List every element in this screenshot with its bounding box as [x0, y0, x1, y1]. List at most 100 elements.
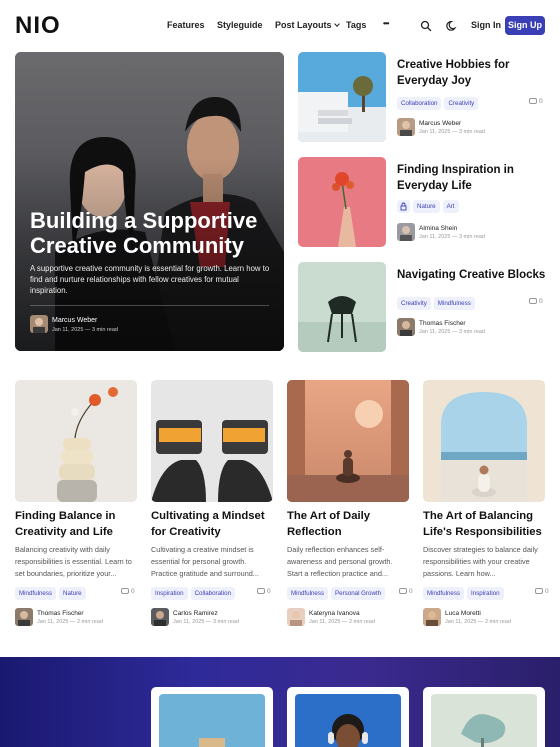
post-title[interactable]: Cultivating a Mindset for Creativity: [151, 508, 273, 540]
moon-icon[interactable]: [446, 19, 458, 31]
post-meta: Jan 11, 2025 — 2 min read: [309, 619, 375, 625]
post-title[interactable]: Creative Hobbies for Everyday Joy: [397, 57, 547, 89]
post-meta: Jan 11, 2025 — 2 min read: [445, 619, 511, 625]
avatar[interactable]: [397, 318, 415, 336]
comment-icon: [529, 298, 537, 305]
featured-card[interactable]: [423, 687, 545, 747]
side-post[interactable]: Finding Inspiration in Everyday Life Nat…: [298, 157, 548, 247]
tag[interactable]: Collaboration: [397, 97, 442, 111]
tag-list: Inspiration Collaboration: [151, 585, 238, 603]
tag[interactable]: Nature: [413, 200, 440, 214]
tag[interactable]: Art: [442, 200, 459, 214]
featured-card[interactable]: [287, 687, 409, 747]
tag[interactable]: Personal Growth: [331, 587, 386, 601]
tag[interactable]: Mindfulness: [15, 587, 57, 601]
post-title[interactable]: Navigating Creative Blocks: [397, 267, 547, 283]
tag[interactable]: Nature: [59, 587, 86, 601]
nav-item-tags[interactable]: Tags: [346, 20, 366, 30]
author-name[interactable]: Luca Moretti: [445, 610, 481, 617]
post-excerpt: Discover strategies to balance daily res…: [423, 545, 538, 578]
tag[interactable]: Collaboration: [190, 587, 236, 601]
tag-list: Creativity Mindfulness: [397, 295, 478, 313]
tag[interactable]: Creativity: [397, 297, 431, 311]
post-excerpt: Balancing creativity with daily responsi…: [15, 545, 132, 578]
grid-post-card[interactable]: The Art of Balancing Life's Responsibili…: [423, 380, 549, 630]
comment-count[interactable]: 0: [121, 588, 135, 595]
comment-count[interactable]: 0: [257, 588, 271, 595]
post-thumbnail[interactable]: [423, 380, 545, 502]
author-name[interactable]: Thomas Fischer: [37, 610, 84, 617]
comment-count[interactable]: 0: [529, 98, 543, 105]
site-logo[interactable]: NIO: [15, 12, 61, 40]
nav-more-button[interactable]: •••: [383, 19, 389, 28]
tag[interactable]: Inspiration: [467, 587, 504, 601]
comment-icon: [535, 588, 543, 595]
chevron-down-icon: [333, 21, 340, 27]
hero-title[interactable]: Building a Supportive Creative Community: [30, 208, 275, 258]
tag[interactable]: Inspiration: [151, 587, 188, 601]
sign-in-link[interactable]: Sign In: [471, 20, 501, 30]
post-thumbnail[interactable]: [431, 694, 537, 747]
tag[interactable]: Mindfulness: [433, 297, 475, 311]
nav-item-styleguide[interactable]: Styleguide: [217, 20, 263, 30]
comment-icon: [399, 588, 407, 595]
search-icon[interactable]: [420, 19, 432, 32]
sign-up-button[interactable]: Sign Up: [505, 16, 545, 35]
tag-list: Collaboration Creativity: [397, 95, 481, 113]
tag[interactable]: Mindfulness: [287, 587, 329, 601]
tag[interactable]: Mindfulness: [423, 587, 465, 601]
post-thumbnail[interactable]: [295, 694, 401, 747]
post-thumbnail[interactable]: [15, 380, 137, 502]
comment-count[interactable]: 0: [399, 588, 413, 595]
post-meta: Jan 11, 2025 — 3 min read: [419, 234, 485, 240]
author-name[interactable]: Kateryna Ivanova: [309, 610, 360, 617]
post-thumbnail[interactable]: [287, 380, 409, 502]
side-post[interactable]: Creative Hobbies for Everyday Joy Collab…: [298, 52, 548, 142]
post-thumbnail[interactable]: [298, 52, 386, 142]
tag-list: Nature Art: [397, 198, 462, 216]
post-title[interactable]: Finding Inspiration in Everyday Life: [397, 162, 547, 194]
post-thumbnail[interactable]: [151, 380, 273, 502]
grid-post-card[interactable]: Finding Balance in Creativity and Life B…: [15, 380, 137, 630]
avatar[interactable]: [287, 608, 305, 626]
post-meta: Jan 11, 2025 — 3 min read: [419, 329, 485, 335]
tag-list: Mindfulness Inspiration: [423, 585, 507, 603]
post-excerpt: Daily reflection enhances self-awareness…: [287, 545, 393, 578]
avatar[interactable]: [397, 223, 415, 241]
hero-excerpt: A supportive creative community is essen…: [30, 264, 270, 295]
avatar[interactable]: [423, 608, 441, 626]
nav-item-features[interactable]: Features: [167, 20, 205, 30]
hero-post-card[interactable]: Building a Supportive Creative Community…: [15, 52, 284, 351]
post-meta: Jan 11, 2025 — 3 min read: [52, 327, 118, 333]
comment-count[interactable]: 0: [529, 298, 543, 305]
post-excerpt: Cultivating a creative mindset is essent…: [151, 545, 259, 578]
author-name[interactable]: Almina Shein: [419, 225, 457, 232]
post-title[interactable]: Finding Balance in Creativity and Life: [15, 508, 137, 540]
post-thumbnail[interactable]: [298, 262, 386, 352]
grid-post-card[interactable]: The Art of Daily Reflection Daily reflec…: [287, 380, 413, 630]
avatar[interactable]: [151, 608, 169, 626]
comment-icon: [529, 98, 537, 105]
post-thumbnail[interactable]: [159, 694, 265, 747]
featured-band: [0, 657, 560, 747]
author-name[interactable]: Marcus Weber: [419, 120, 461, 127]
avatar[interactable]: [30, 315, 48, 333]
tag[interactable]: Creativity: [444, 97, 479, 111]
author-name[interactable]: Carlos Ramirez: [173, 610, 218, 617]
comment-icon: [121, 588, 129, 595]
nav-item-post-layouts[interactable]: Post Layouts: [275, 20, 340, 30]
tag-list: Mindfulness Personal Growth: [287, 585, 388, 603]
post-thumbnail[interactable]: [298, 157, 386, 247]
grid-post-card[interactable]: Cultivating a Mindset for Creativity Cul…: [151, 380, 273, 630]
avatar[interactable]: [397, 118, 415, 136]
side-post[interactable]: Navigating Creative Blocks Creativity Min…: [298, 262, 548, 352]
post-meta: Jan 11, 2025 — 3 min read: [419, 129, 485, 135]
comment-count[interactable]: 0: [535, 588, 549, 595]
post-title[interactable]: The Art of Daily Reflection: [287, 508, 409, 540]
featured-card[interactable]: [151, 687, 273, 747]
post-title[interactable]: The Art of Balancing Life's Responsibili…: [423, 508, 545, 540]
avatar[interactable]: [15, 608, 33, 626]
post-meta: Jan 11, 2025 — 3 min read: [173, 619, 239, 625]
author-name[interactable]: Thomas Fischer: [419, 320, 466, 327]
author-name[interactable]: Marcus Weber: [52, 317, 97, 324]
